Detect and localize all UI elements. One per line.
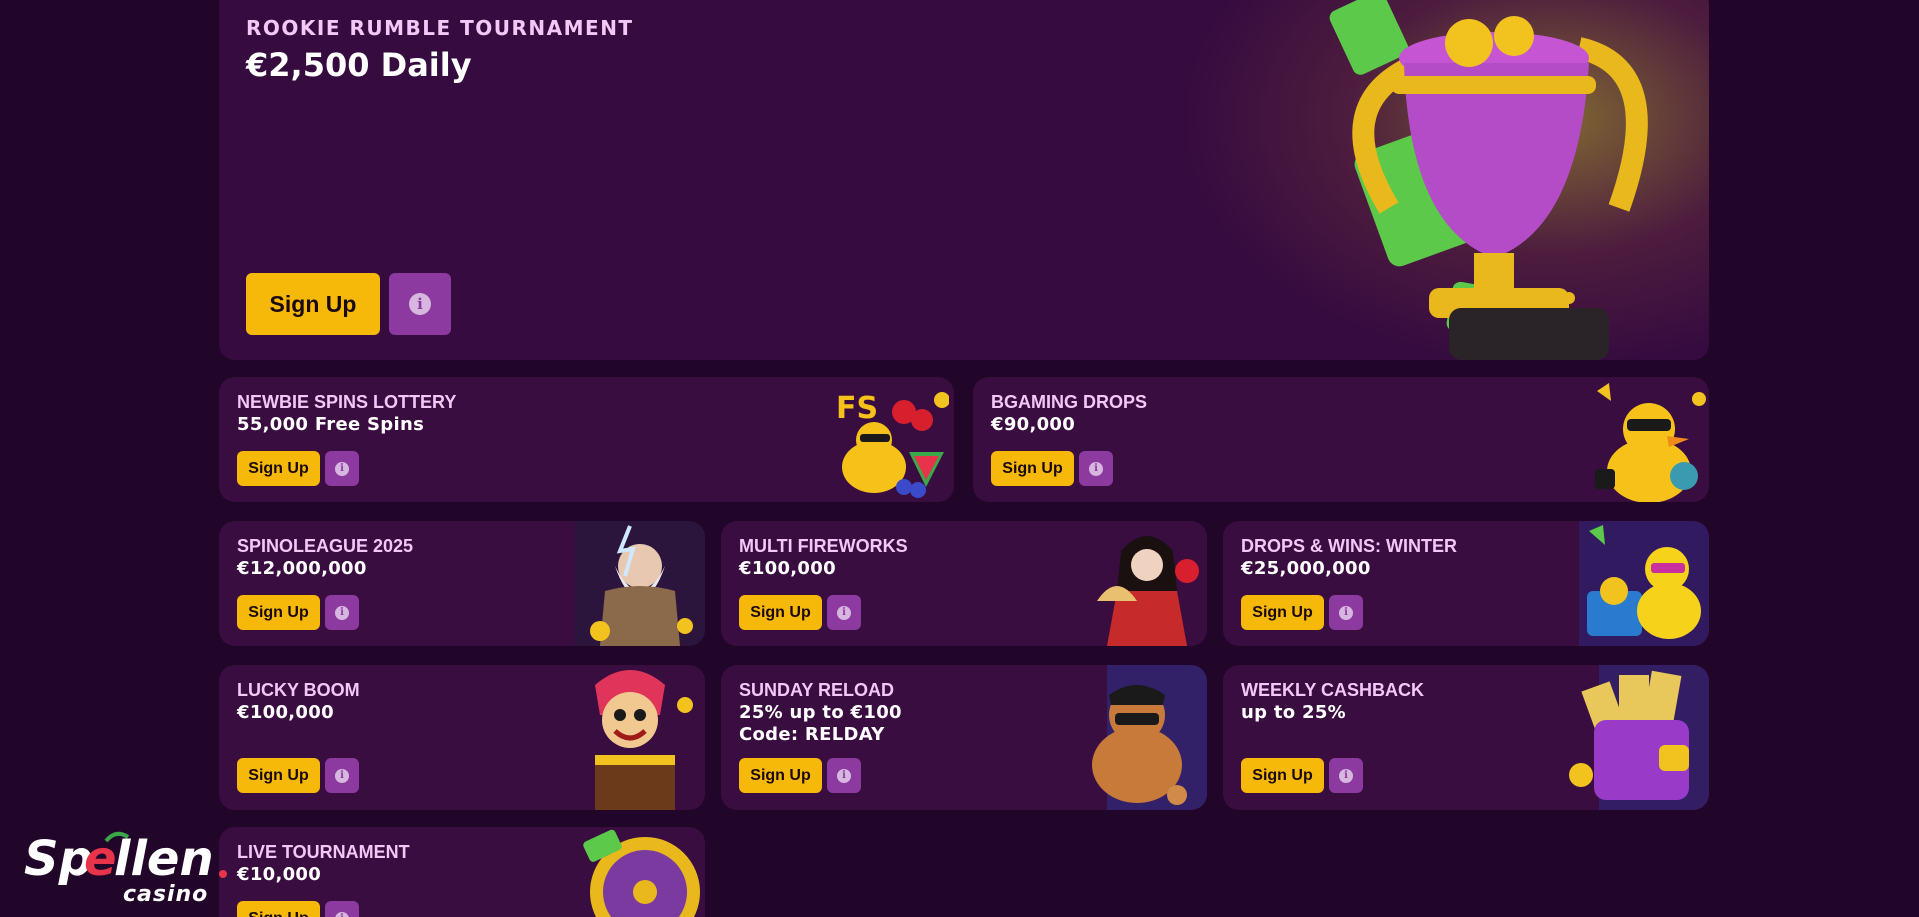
info-icon: i <box>1339 605 1353 620</box>
geisha-fan-art <box>1097 536 1199 646</box>
info-button[interactable]: i <box>325 758 359 793</box>
info-icon: i <box>335 461 349 476</box>
promo-subtitle: DROPS & WINS: WINTER <box>1241 536 1457 556</box>
info-button[interactable]: i <box>1329 758 1363 793</box>
svg-text:casino: casino <box>123 882 208 905</box>
info-icon: i <box>837 605 851 620</box>
info-icon: i <box>335 911 349 917</box>
trophy-art <box>1329 0 1648 360</box>
promo-card-live-tournament: LIVE TOURNAMENT €10,000 Sign Up i <box>219 827 705 917</box>
promo-card-drops-wins-winter: DROPS & WINS: WINTER €25,000,000 Sign Up… <box>1223 521 1709 646</box>
promo-title: up to 25% <box>1241 702 1346 723</box>
promotions-page: ROOKIE RUMBLE TOURNAMENT €2,500 Daily Si… <box>0 0 1919 917</box>
signup-button[interactable]: Sign Up <box>1241 758 1324 793</box>
promo-title: €100,000 <box>739 558 836 579</box>
promo-subtitle: LIVE TOURNAMENT <box>237 842 410 862</box>
promo-card-weekly-cashback: WEEKLY CASHBACK up to 25% Sign Up i <box>1223 665 1709 810</box>
promo-title: €10,000 <box>237 864 322 885</box>
svg-text:llen: llen <box>114 831 214 887</box>
info-button[interactable]: i <box>827 595 861 630</box>
signup-button[interactable]: Sign Up <box>237 595 320 630</box>
info-button[interactable]: i <box>325 901 359 917</box>
duck-sunglasses-art <box>1595 383 1706 502</box>
jester-box-art <box>595 670 693 810</box>
promo-subtitle: SPINOLEAGUE 2025 <box>237 536 414 556</box>
roulette-art <box>583 829 700 917</box>
promo-card-spinoleague: SPINOLEAGUE 2025 €12,000,000 Sign Up i <box>219 521 705 646</box>
hero-title: €2,500 Daily <box>246 46 472 84</box>
promo-subtitle: MULTI FIREWORKS <box>739 536 908 556</box>
info-button[interactable]: i <box>325 595 359 630</box>
promo-subtitle: WEEKLY CASHBACK <box>1241 680 1425 700</box>
promo-subtitle: NEWBIE SPINS LOTTERY <box>237 392 457 412</box>
spellen-casino-logo: Sp e llen casino <box>24 831 227 905</box>
signup-button[interactable]: Sign Up <box>739 758 822 793</box>
svg-text:Sp: Sp <box>24 831 93 887</box>
signup-button[interactable]: Sign Up <box>739 595 822 630</box>
signup-button[interactable]: Sign Up <box>991 451 1074 486</box>
promo-subtitle: BGAMING DROPS <box>991 392 1148 412</box>
signup-button[interactable]: Sign Up <box>237 758 320 793</box>
promo-card-lucky-boom: LUCKY BOOM €100,000 Sign Up i <box>219 665 705 810</box>
promo-title: €25,000,000 <box>1241 558 1371 579</box>
promo-card-newbie-spins: NEWBIE SPINS LOTTERY 55,000 Free Spins S… <box>219 377 954 502</box>
hero-subtitle: ROOKIE RUMBLE TOURNAMENT <box>246 16 634 40</box>
signup-button[interactable]: Sign Up <box>237 901 320 917</box>
info-icon: i <box>335 768 349 783</box>
promo-title: €100,000 <box>237 702 334 723</box>
info-icon: i <box>1339 768 1353 783</box>
svg-text:e: e <box>84 831 117 887</box>
svg-text:FS: FS <box>836 391 878 426</box>
hero-info-button[interactable]: i <box>389 273 451 335</box>
zeus-art <box>575 521 705 646</box>
info-button[interactable]: i <box>1079 451 1113 486</box>
info-icon: i <box>837 768 851 783</box>
gold-duck-art <box>1092 665 1207 810</box>
promo-title: 55,000 Free Spins <box>237 414 425 435</box>
info-button[interactable]: i <box>325 451 359 486</box>
signup-button[interactable]: Sign Up <box>1241 595 1324 630</box>
promo-subtitle: SUNDAY RELOAD <box>739 680 895 700</box>
promo-title: 25% up to €100 Code: RELDAY <box>739 702 902 745</box>
info-icon: i <box>1089 461 1103 476</box>
info-icon: i <box>335 605 349 620</box>
promo-title: €90,000 <box>991 414 1076 435</box>
promo-card-multi-fireworks: MULTI FIREWORKS €100,000 Sign Up i <box>721 521 1207 646</box>
promo-title: €12,000,000 <box>237 558 367 579</box>
info-button[interactable]: i <box>827 758 861 793</box>
info-icon: i <box>409 293 431 315</box>
promo-subtitle: LUCKY BOOM <box>237 680 360 700</box>
fs-duck-fruit-art: FS <box>836 391 949 498</box>
duck-treasure-art <box>1579 521 1709 646</box>
promo-card-bgaming-drops: BGAMING DROPS €90,000 Sign Up i <box>973 377 1709 502</box>
hero-banner: ROOKIE RUMBLE TOURNAMENT €2,500 Daily Si… <box>219 0 1709 360</box>
hero-signup-button[interactable]: Sign Up <box>246 273 380 335</box>
signup-button[interactable]: Sign Up <box>237 451 320 486</box>
promo-card-sunday-reload: SUNDAY RELOAD 25% up to €100 Code: RELDA… <box>721 665 1207 810</box>
info-button[interactable]: i <box>1329 595 1363 630</box>
wallet-cash-art <box>1569 665 1709 810</box>
